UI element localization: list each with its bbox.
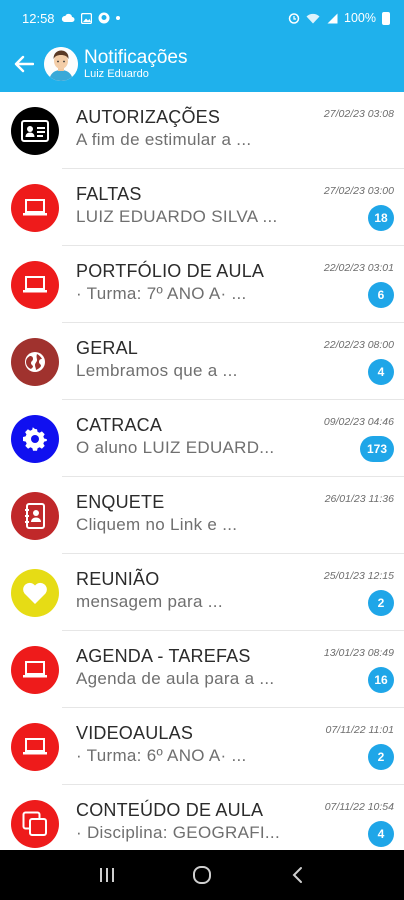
back-nav-button[interactable] xyxy=(277,855,317,895)
notification-title: PORTFÓLIO DE AULA xyxy=(76,261,265,281)
notification-title: AUTORIZAÇÕES xyxy=(76,107,221,127)
notification-item-faltas[interactable]: FALTAS LUIZ EDUARDO SILVA ... 27/02/23 0… xyxy=(0,169,404,246)
notification-date: 13/01/23 08:49 xyxy=(323,647,394,659)
notification-title: CONTEÚDO DE AULA xyxy=(76,800,264,820)
notification-item-reuniao[interactable]: REUNIÃO mensagem para ... 25/01/23 12:15… xyxy=(0,554,404,631)
recent-apps-icon xyxy=(100,868,115,882)
wifi-icon xyxy=(306,13,320,23)
heart-icon xyxy=(11,568,59,617)
notification-date: 07/11/22 11:01 xyxy=(325,724,394,736)
user-name: Luiz Eduardo xyxy=(84,68,149,80)
page-title: Notificações xyxy=(84,47,188,68)
alarm-icon xyxy=(288,13,300,24)
notification-item-videoaulas[interactable]: VIDEOAULAS · Turma: 6º ANO A· ... 07/11/… xyxy=(0,708,404,785)
notification-date: 22/02/23 03:01 xyxy=(323,262,394,274)
signal-icon xyxy=(327,13,338,23)
unread-count-badge: 4 xyxy=(368,359,394,385)
notification-preview: · Turma: 6º ANO A· ... xyxy=(76,746,247,765)
github-icon xyxy=(98,12,110,24)
notification-date: 27/02/23 03:00 xyxy=(323,185,394,197)
avatar-icon[interactable] xyxy=(44,47,78,81)
home-button[interactable] xyxy=(182,855,222,895)
notification-date: 22/02/23 08:00 xyxy=(323,339,394,351)
app-bar: Notificações Luiz Eduardo xyxy=(0,36,404,92)
status-bar: 12:58 100% xyxy=(0,0,404,36)
status-time: 12:58 xyxy=(22,10,55,26)
recent-apps-button[interactable] xyxy=(87,855,127,895)
back-nav-icon xyxy=(292,867,302,883)
battery-icon xyxy=(382,11,390,25)
notification-date: 07/11/22 10:54 xyxy=(324,801,394,813)
notification-title: GERAL xyxy=(76,338,139,358)
copy-icon xyxy=(11,799,59,848)
gallery-icon xyxy=(80,12,92,24)
laptop-icon xyxy=(11,645,59,694)
phone-screen: 12:58 100% Notificações Luiz Eduardo AUT… xyxy=(0,0,404,900)
notification-item-catraca[interactable]: CATRACA O aluno LUIZ EDUARD... 09/02/23 … xyxy=(0,400,404,477)
notification-item-autorizacoes[interactable]: AUTORIZAÇÕES A fim de estimular a ... 27… xyxy=(0,92,404,169)
notification-preview: O aluno LUIZ EDUARD... xyxy=(76,438,275,457)
notification-preview: mensagem para ... xyxy=(76,592,223,611)
notification-item-conteudo-de-aula[interactable]: CONTEÚDO DE AULA · Disciplina: GEOGRAFI.… xyxy=(0,785,404,850)
notification-title: ENQUETE xyxy=(76,492,165,512)
laptop-icon xyxy=(11,183,59,232)
notification-title: CATRACA xyxy=(76,415,163,435)
id-card-icon xyxy=(11,106,59,155)
unread-count-badge: 173 xyxy=(360,436,394,462)
notification-item-enquete[interactable]: ENQUETE Cliquem no Link e ... 26/01/23 1… xyxy=(0,477,404,554)
notification-title: FALTAS xyxy=(76,184,142,204)
unread-count-badge: 2 xyxy=(368,590,394,616)
unread-count-badge: 18 xyxy=(368,205,394,231)
notification-preview: LUIZ EDUARDO SILVA ... xyxy=(76,207,278,226)
notification-title: VIDEOAULAS xyxy=(76,723,194,743)
back-button[interactable] xyxy=(4,36,44,92)
notification-date: 25/01/23 12:15 xyxy=(323,570,394,582)
notification-title: AGENDA - TAREFAS xyxy=(76,646,251,666)
notification-preview: Cliquem no Link e ... xyxy=(76,515,238,534)
notification-preview: Lembramos que a ... xyxy=(76,361,238,380)
unread-count-badge: 16 xyxy=(368,667,394,693)
notification-date: 27/02/23 03:08 xyxy=(323,108,394,120)
laptop-icon xyxy=(11,260,59,309)
unread-count-badge: 4 xyxy=(368,821,394,847)
dot-icon xyxy=(115,16,120,20)
cloud-icon xyxy=(61,13,75,22)
home-icon xyxy=(192,866,211,884)
notification-date: 26/01/23 11:36 xyxy=(324,493,394,505)
notification-item-agenda-tarefas[interactable]: AGENDA - TAREFAS Agenda de aula para a .… xyxy=(0,631,404,708)
battery-percent: 100% xyxy=(344,11,376,25)
gear-icon xyxy=(11,414,59,463)
notification-preview: A fim de estimular a ... xyxy=(76,130,252,149)
notification-preview: · Disciplina: GEOGRAFI... xyxy=(76,823,280,842)
unread-count-badge: 2 xyxy=(368,744,394,770)
unread-count-badge: 6 xyxy=(368,282,394,308)
notification-title: REUNIÃO xyxy=(76,569,160,589)
notification-date: 09/02/23 04:46 xyxy=(323,416,394,428)
contacts-icon xyxy=(11,491,59,540)
notification-item-geral[interactable]: GERAL Lembramos que a ... 22/02/23 08:00… xyxy=(0,323,404,400)
arrow-left-icon xyxy=(14,55,34,73)
globe-icon xyxy=(11,337,59,386)
notification-preview: Agenda de aula para a ... xyxy=(76,669,275,688)
system-nav-bar xyxy=(0,850,404,900)
laptop-icon xyxy=(11,722,59,771)
notification-item-portfolio-de-aula[interactable]: PORTFÓLIO DE AULA · Turma: 7º ANO A· ...… xyxy=(0,246,404,323)
notification-list: AUTORIZAÇÕES A fim de estimular a ... 27… xyxy=(0,92,404,850)
notification-preview: · Turma: 7º ANO A· ... xyxy=(76,284,247,303)
